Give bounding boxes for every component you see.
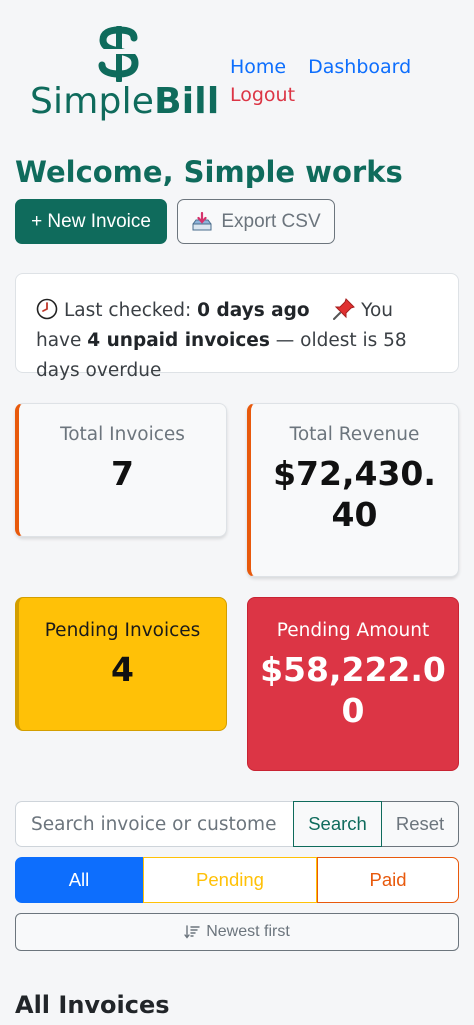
nav-home-link[interactable]: Home — [230, 54, 286, 80]
status-card: Last checked: 0 days ago You have 4 unpa… — [15, 273, 459, 381]
export-csv-button[interactable]: Export CSV — [177, 199, 335, 244]
pending-amount-label: Pending Amount — [276, 620, 430, 641]
last-checked-value: 0 days ago — [197, 300, 310, 321]
all-invoices-heading: All Invoices — [15, 991, 170, 1019]
brand-name-light: Simple — [30, 81, 155, 122]
pushpin-icon — [333, 298, 356, 320]
pending-amount-value: $58,222.00 — [260, 650, 446, 730]
search-button[interactable]: Search — [293, 801, 382, 847]
top-nav: Home Dashboard Logout — [230, 54, 460, 108]
dollar-s-logo-icon — [98, 26, 140, 82]
reset-button[interactable]: Reset — [382, 801, 459, 847]
total-invoices-value: 7 — [111, 454, 134, 493]
last-checked-label: Last checked: — [64, 300, 192, 321]
welcome-heading: Welcome, Simple works — [15, 155, 403, 189]
pending-amount-card: Pending Amount $58,222.00 — [247, 597, 459, 771]
inbox-tray-icon — [192, 211, 212, 230]
sort-label: Newest first — [206, 923, 290, 940]
clock-icon — [36, 298, 58, 320]
pending-invoices-value: 4 — [111, 650, 134, 689]
sort-descending-icon — [184, 925, 200, 939]
brand-name-bold: Bill — [154, 81, 220, 122]
status-filter-group: All Pending Paid — [15, 857, 459, 903]
search-input[interactable] — [15, 801, 293, 847]
total-revenue-value: $72,430.40 — [273, 454, 436, 534]
simplebill-logo[interactable]: SimpleBill — [28, 26, 219, 126]
total-revenue-label: Total Revenue — [289, 424, 420, 445]
filter-all-button[interactable]: All — [15, 857, 143, 903]
nav-logout-link[interactable]: Logout — [230, 82, 460, 108]
filter-pending-button[interactable]: Pending — [143, 857, 317, 903]
filter-paid-button[interactable]: Paid — [317, 857, 459, 903]
total-invoices-label: Total Invoices — [60, 424, 185, 445]
pending-invoices-label: Pending Invoices — [44, 620, 201, 641]
brand-name: SimpleBill — [30, 82, 219, 122]
header: SimpleBill Home Dashboard Logout — [0, 0, 474, 150]
new-invoice-button[interactable]: + New Invoice — [15, 199, 167, 244]
export-csv-label: Export CSV — [221, 210, 321, 232]
nav-dashboard-link[interactable]: Dashboard — [308, 54, 411, 80]
total-revenue-card: Total Revenue $72,430.40 — [247, 403, 459, 577]
sort-button[interactable]: Newest first — [15, 913, 459, 951]
total-invoices-card: Total Invoices 7 — [15, 403, 227, 537]
search-bar: Search Reset — [15, 801, 459, 847]
pending-invoices-card: Pending Invoices 4 — [15, 597, 227, 731]
unpaid-count: 4 unpaid invoices — [87, 330, 270, 351]
